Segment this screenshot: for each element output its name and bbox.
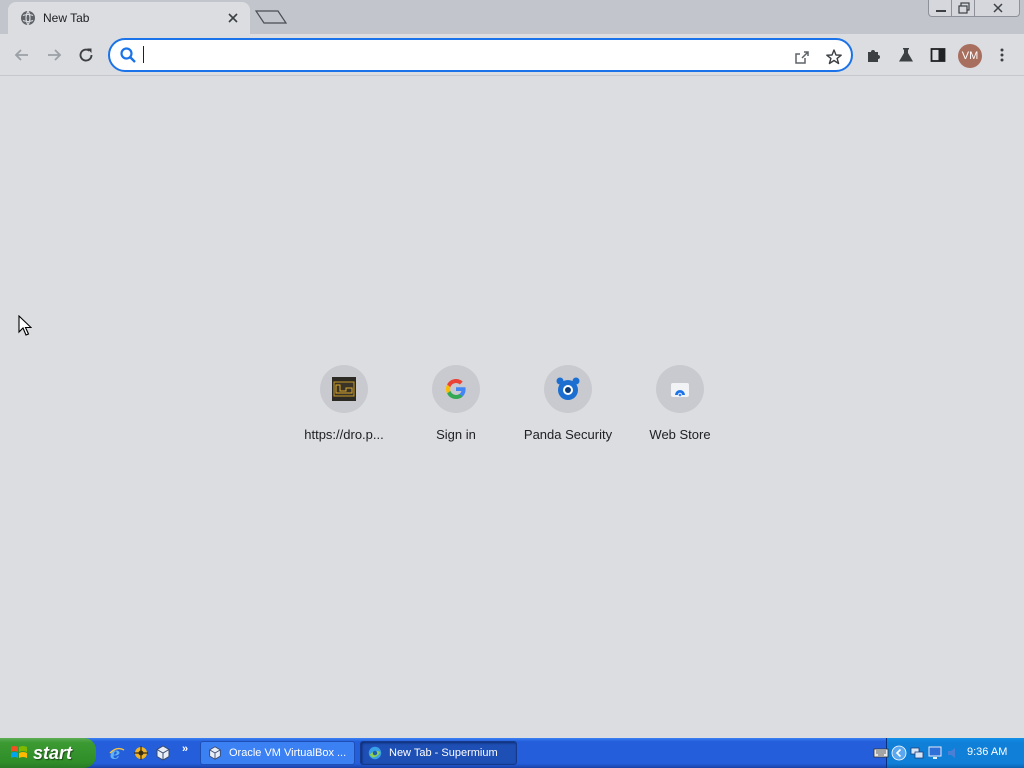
shortcut-label: Sign in — [436, 427, 476, 442]
shortcut-tile[interactable]: https://dro.p... — [288, 363, 400, 453]
browser-toolbar: VM — [0, 34, 1024, 76]
start-label: start — [33, 742, 73, 763]
text-cursor — [143, 46, 144, 63]
taskbar-button-virtualbox[interactable]: Oracle VM VirtualBox ... — [200, 741, 355, 765]
reload-button[interactable] — [72, 41, 100, 69]
media-player-icon[interactable] — [132, 744, 150, 762]
puzzle-icon — [868, 50, 880, 62]
keyboard-icon[interactable] — [873, 745, 889, 761]
taskbar-button-label: New Tab - Supermium — [389, 747, 498, 759]
network-icon[interactable] — [909, 745, 925, 761]
minimize-icon — [936, 10, 946, 12]
restore-button[interactable] — [951, 0, 975, 17]
kebab-menu-icon — [1000, 48, 1004, 62]
supermium-icon — [368, 746, 382, 760]
globe-icon — [21, 10, 35, 26]
tab-title: New Tab — [43, 11, 90, 25]
shortcut-icon-circle — [320, 365, 368, 413]
taskbar-button-label: Oracle VM VirtualBox ... — [229, 747, 347, 759]
address-bar[interactable] — [108, 38, 853, 72]
address-input[interactable] — [142, 46, 762, 66]
shortcut-label: Web Store — [649, 427, 711, 442]
new-tab-page: https://dro.p... Sign in Panda Security — [0, 77, 1024, 738]
flask-icon — [899, 48, 913, 62]
bookmark-star-button[interactable] — [822, 45, 846, 69]
shortcut-icon-circle — [544, 365, 592, 413]
profile-avatar[interactable]: VM — [958, 44, 982, 68]
taskbar-button-supermium[interactable]: New Tab - Supermium — [360, 741, 517, 765]
google-g-icon — [446, 379, 466, 399]
panda-security-icon — [556, 377, 580, 400]
forward-button[interactable] — [40, 41, 68, 69]
web-store-icon — [671, 383, 689, 398]
window-close-button[interactable] — [974, 0, 1020, 17]
dropbox-site-favicon — [332, 377, 356, 401]
shortcut-label: Panda Security — [523, 427, 613, 442]
taskbar: start e » Oracle VM VirtualBox ... New T… — [0, 738, 1024, 768]
system-tray: 9:36 AM — [873, 738, 1024, 768]
shortcut-tile[interactable]: Panda Security — [512, 363, 624, 453]
virtualbox-icon[interactable] — [154, 744, 172, 762]
minimize-button[interactable] — [928, 0, 952, 17]
labs-button[interactable] — [892, 41, 920, 69]
new-tab-button[interactable] — [254, 8, 288, 26]
svg-text:e: e — [110, 744, 120, 762]
clock: 9:36 AM — [967, 746, 1008, 758]
quick-launch: e » — [104, 743, 194, 763]
virtualbox-icon — [209, 746, 221, 760]
arrow-right-icon — [48, 49, 62, 61]
menu-button[interactable] — [988, 41, 1016, 69]
shortcut-icon-circle — [432, 365, 480, 413]
search-icon — [120, 47, 136, 63]
star-icon — [826, 49, 842, 65]
display-icon[interactable] — [927, 745, 943, 761]
shortcut-label: https://dro.p... — [304, 427, 384, 442]
chevron-left-icon[interactable] — [891, 745, 907, 761]
windows-logo-icon — [11, 746, 27, 758]
arrow-left-icon — [14, 49, 28, 61]
share-button[interactable] — [790, 45, 814, 69]
tab-strip: New Tab — [0, 0, 1024, 34]
close-icon[interactable] — [224, 9, 242, 27]
side-panel-icon — [930, 48, 946, 62]
start-button[interactable]: start — [0, 738, 96, 768]
reload-icon — [79, 48, 93, 62]
tab-new-tab[interactable]: New Tab — [8, 2, 250, 34]
shortcut-tile[interactable]: Web Store — [624, 363, 736, 453]
shortcut-tile[interactable]: Sign in — [400, 363, 512, 453]
internet-explorer-icon[interactable]: e — [108, 744, 126, 762]
mouse-cursor-icon — [18, 315, 32, 336]
restore-icon — [958, 2, 970, 14]
share-icon — [795, 51, 809, 64]
speaker-icon[interactable] — [945, 745, 961, 761]
quick-launch-expand-icon[interactable]: » — [182, 743, 188, 755]
back-button[interactable] — [8, 41, 36, 69]
extensions-button[interactable] — [860, 41, 888, 69]
shortcut-icon-circle — [656, 365, 704, 413]
close-icon — [993, 3, 1003, 13]
side-panel-button[interactable] — [924, 41, 952, 69]
